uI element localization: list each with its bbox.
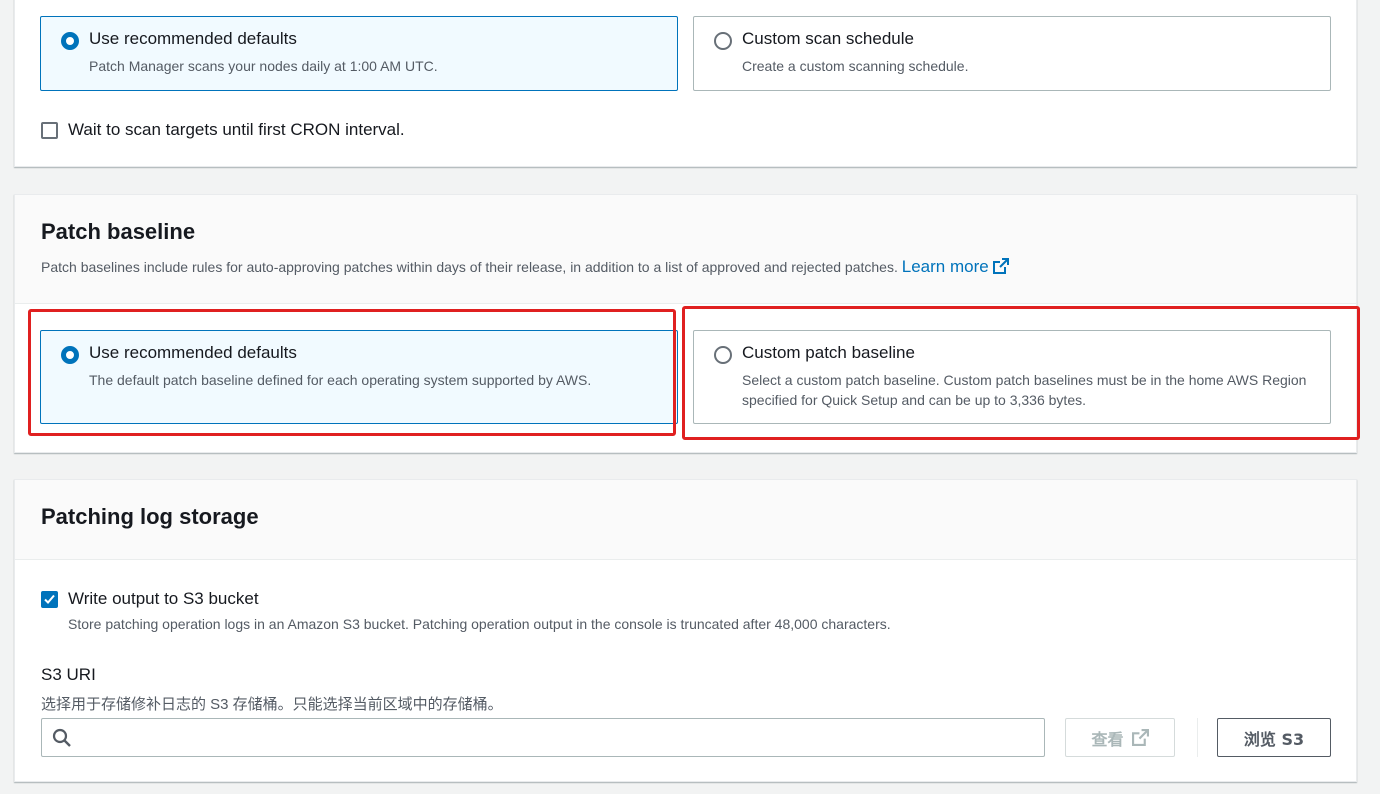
s3-uri-label: S3 URI xyxy=(41,665,96,684)
patch-baseline-header: Patch baseline Patch baselines include r… xyxy=(15,195,1356,304)
patch-baseline-title: Patch baseline xyxy=(41,219,196,244)
scan-schedule-panel: Use recommended defaults Patch Manager s… xyxy=(14,0,1357,167)
view-button-label: 查看 xyxy=(1091,729,1124,749)
wait-cron-checkbox-row[interactable]: Wait to scan targets until first CRON in… xyxy=(41,120,405,140)
external-link-icon xyxy=(1131,729,1149,746)
scan-option-custom[interactable]: Custom scan schedule Create a custom sca… xyxy=(693,16,1331,91)
learn-more-link[interactable]: Learn more xyxy=(902,257,1009,276)
scan-option-custom-label: Custom scan schedule xyxy=(742,29,914,48)
radio-selected-icon[interactable] xyxy=(61,32,79,50)
patch-baseline-description: Patch baselines include rules for auto-a… xyxy=(41,257,1330,277)
view-button[interactable]: 查看 xyxy=(1065,718,1175,757)
s3-uri-search-box[interactable] xyxy=(41,718,1045,757)
scan-option-recommended-desc: Patch Manager scans your nodes daily at … xyxy=(89,58,438,74)
baseline-option-custom-label: Custom patch baseline xyxy=(742,343,915,362)
log-storage-title: Patching log storage xyxy=(41,504,259,529)
external-link-icon xyxy=(992,258,1009,274)
radio-unselected-icon[interactable] xyxy=(714,346,732,364)
s3-uri-input[interactable] xyxy=(72,719,1044,756)
write-s3-checkbox[interactable] xyxy=(41,591,58,608)
baseline-option-recommended-desc: The default patch baseline defined for e… xyxy=(89,372,592,388)
write-s3-label: Write output to S3 bucket xyxy=(68,589,259,608)
radio-unselected-icon[interactable] xyxy=(714,32,732,50)
button-separator xyxy=(1197,718,1198,757)
radio-selected-icon[interactable] xyxy=(61,346,79,364)
wait-cron-checkbox[interactable] xyxy=(41,122,58,139)
learn-more-label[interactable]: Learn more xyxy=(902,257,989,276)
baseline-option-recommended[interactable]: Use recommended defaults The default pat… xyxy=(40,330,678,424)
patch-baseline-panel: Patch baseline Patch baselines include r… xyxy=(14,194,1357,453)
log-storage-panel: Patching log storage Write output to S3 … xyxy=(14,479,1357,782)
baseline-option-custom-desc: Select a custom patch baseline. Custom p… xyxy=(742,372,1307,408)
scan-option-recommended[interactable]: Use recommended defaults Patch Manager s… xyxy=(40,16,678,91)
wait-cron-label: Wait to scan targets until first CRON in… xyxy=(68,120,405,139)
baseline-option-custom[interactable]: Custom patch baseline Select a custom pa… xyxy=(693,330,1331,424)
patch-baseline-desc-text: Patch baselines include rules for auto-a… xyxy=(41,259,898,275)
scan-option-custom-desc: Create a custom scanning schedule. xyxy=(742,58,969,74)
write-s3-checkbox-row[interactable]: Write output to S3 bucket Store patching… xyxy=(41,589,891,632)
browse-s3-button[interactable]: 浏览 S3 xyxy=(1217,718,1331,757)
write-s3-desc: Store patching operation logs in an Amaz… xyxy=(68,616,891,632)
browse-s3-label: 浏览 S3 xyxy=(1243,729,1305,749)
scan-option-recommended-label: Use recommended defaults xyxy=(89,29,297,48)
search-icon xyxy=(52,728,71,747)
checkmark-icon xyxy=(44,594,55,604)
baseline-option-recommended-label: Use recommended defaults xyxy=(89,343,297,362)
log-storage-header: Patching log storage xyxy=(15,480,1356,560)
s3-uri-description: 选择用于存储修补日志的 S3 存储桶。只能选择当前区域中的存储桶。 xyxy=(41,696,503,713)
